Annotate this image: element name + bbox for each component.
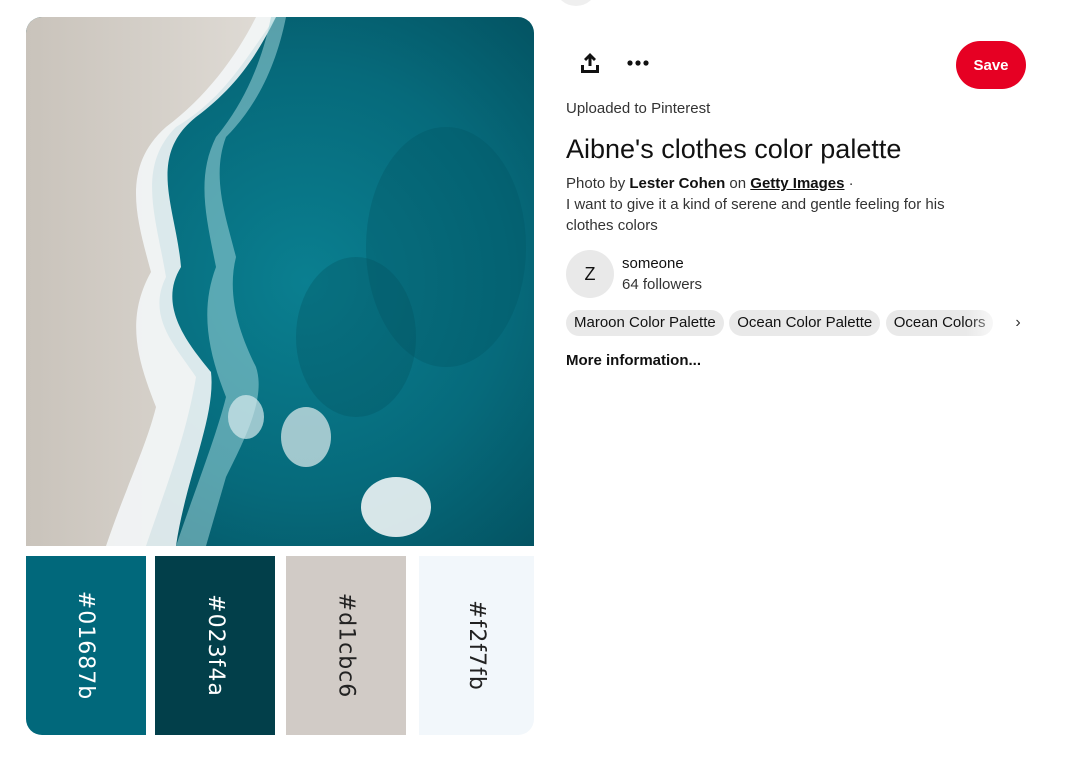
- creator-name[interactable]: someone: [622, 253, 702, 274]
- uploaded-to-label: Uploaded to Pinterest: [566, 100, 711, 117]
- creator-info: someone 64 followers: [622, 253, 702, 295]
- avatar[interactable]: Z: [566, 250, 614, 298]
- save-button[interactable]: Save: [956, 41, 1026, 89]
- follower-count: 64 followers: [622, 276, 703, 293]
- creator-card[interactable]: Z someone 64 followers: [566, 250, 1026, 298]
- swatch-3-label: #d1cbc6: [333, 592, 359, 699]
- color-palette-swatches: #01687b #023f4a #d1cbc6 #f2f7fb: [26, 556, 534, 735]
- swatch-2-label: #023f4a: [202, 594, 228, 697]
- share-button[interactable]: [570, 43, 610, 83]
- pin-image[interactable]: #01687b #023f4a #d1cbc6 #f2f7fb: [26, 17, 534, 735]
- swatch-3: #d1cbc6: [286, 556, 406, 735]
- pin-description: I want to give it a kind of serene and g…: [566, 196, 945, 234]
- photo-credit: Photo by Lester Cohen on Getty Images ·: [566, 174, 1026, 194]
- on-word: on: [729, 175, 747, 192]
- source-link[interactable]: Getty Images: [750, 175, 844, 192]
- swatch-2: #023f4a: [155, 556, 275, 735]
- related-tags: Maroon Color Palette Ocean Color Palette…: [566, 310, 1026, 336]
- credit-separator: ·: [848, 175, 854, 192]
- chevron-right-icon[interactable]: ›: [1010, 310, 1026, 336]
- header-avatar-partial[interactable]: [556, 0, 596, 6]
- tag-maroon-color-palette[interactable]: Maroon Color Palette: [566, 310, 724, 336]
- swatch-4: #f2f7fb: [419, 556, 534, 735]
- tag-ocean-color-palette[interactable]: Ocean Color Palette: [729, 310, 881, 336]
- swatch-4-label: #f2f7fb: [463, 600, 489, 691]
- action-bar: Save: [566, 40, 1026, 90]
- swatch-1-label: #01687b: [73, 590, 99, 701]
- ellipsis-icon: [627, 60, 649, 66]
- photographer-name: Lester Cohen: [629, 175, 726, 192]
- more-information-link[interactable]: More information...: [566, 352, 1026, 369]
- pin-details-panel: Save Uploaded to Pinterest Aibne's cloth…: [566, 40, 1026, 369]
- photo-by-prefix: Photo by: [566, 175, 626, 192]
- swatch-1: #01687b: [26, 556, 146, 735]
- share-upload-icon: [581, 53, 599, 73]
- ocean-aerial-photo: [26, 17, 534, 546]
- pin-title: Aibne's clothes color palette: [566, 134, 902, 164]
- more-options-button[interactable]: [618, 43, 658, 83]
